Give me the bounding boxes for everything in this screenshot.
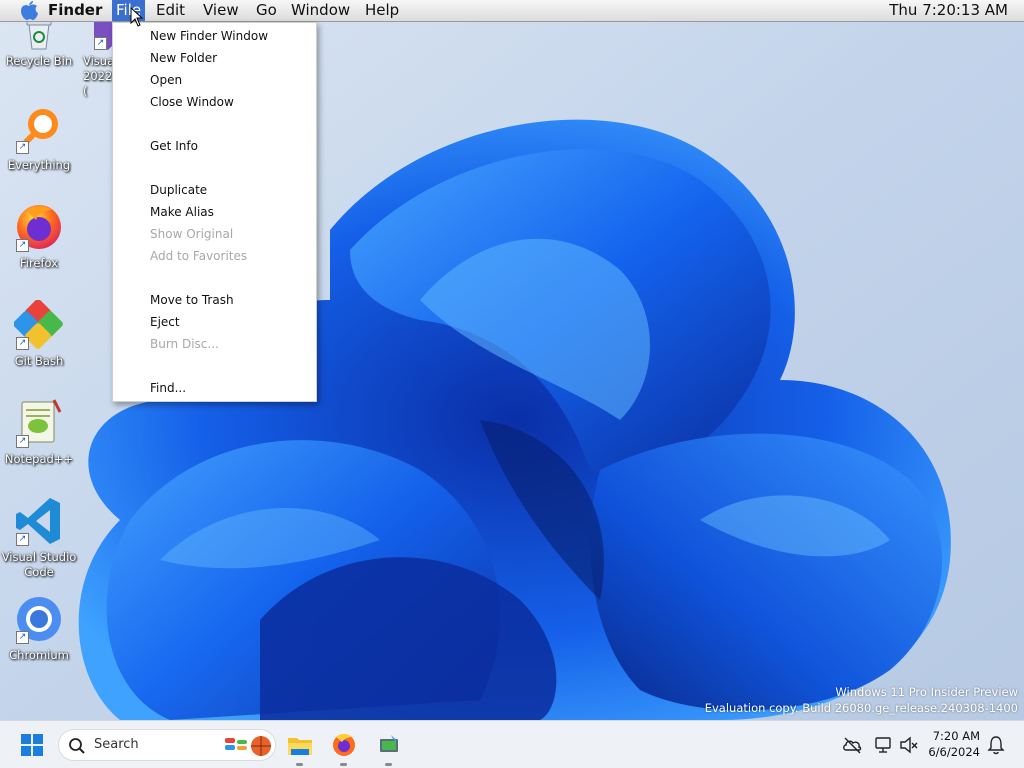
menu-item-move-to-trash[interactable]: Move to Trash [150, 290, 234, 310]
menu-item-new-finder-window[interactable]: New Finder Window [150, 26, 268, 46]
desktop-icon-label: Chromium [9, 648, 69, 662]
apple-icon[interactable] [14, 0, 44, 21]
running-indicator [340, 763, 347, 766]
visual-studio-icon: ↗ [90, 18, 112, 50]
start-icon [21, 734, 43, 756]
file-explorer-icon [288, 738, 312, 755]
running-indicator [385, 763, 392, 766]
desktop-icon-recycle-bin[interactable]: Recycle Bin [0, 18, 78, 69]
chromium-icon: ↗ [14, 594, 64, 644]
desktop-icon-label: Notepad++ [4, 452, 74, 466]
desktop-icon-label: Everything [7, 158, 71, 172]
menu-window[interactable]: Window [287, 0, 354, 21]
menu-help[interactable]: Help [361, 0, 403, 21]
menu-app-name[interactable]: Finder [44, 0, 106, 21]
watermark-line-1: Windows 11 Pro Insider Preview [835, 685, 1018, 699]
menu-view[interactable]: View [199, 0, 243, 21]
shortcut-arrow-icon: ↗ [16, 141, 29, 154]
taskbar-date: 6/6/2024 [928, 745, 980, 759]
start-button[interactable] [14, 727, 50, 763]
desktop-icon-vscode[interactable]: ↗ Visual Studio Code [0, 496, 78, 580]
menu-item-find[interactable]: Find... [150, 378, 186, 398]
shortcut-arrow-icon: ↗ [16, 533, 29, 546]
menu-item-show-original: Show Original [150, 227, 234, 241]
menu-go[interactable]: Go [252, 0, 281, 21]
menu-item-get-info[interactable]: Get Info [150, 136, 198, 156]
notification-bell-icon[interactable] [987, 735, 1005, 755]
file-menu-dropdown: New Finder Window New Folder Open Close … [112, 22, 317, 402]
desktop-icon-notepad-plus-plus[interactable]: ↗ Notepad++ [0, 398, 78, 467]
everything-search-icon: ↗ [14, 104, 64, 154]
network-icon[interactable] [874, 735, 894, 755]
taskbar-file-explorer[interactable] [282, 727, 318, 766]
onedrive-icon[interactable] [842, 736, 862, 754]
windows-watermark: Windows 11 Pro Insider Preview Evaluatio… [705, 684, 1018, 716]
app-icon [380, 735, 398, 752]
menu-item-make-alias[interactable]: Make Alias [150, 202, 214, 222]
firefox-icon: ↗ [14, 202, 64, 252]
menu-bar: Finder File Edit View Go Window Help Thu… [0, 0, 1024, 22]
menubar-clock[interactable]: Thu 7:20:13 AM [885, 0, 1012, 21]
widgets-icon [225, 736, 271, 756]
shortcut-arrow-icon: ↗ [16, 435, 29, 448]
notepad-plus-plus-icon: ↗ [14, 398, 64, 448]
watermark-line-2: Evaluation copy. Build 26080.ge_release.… [704, 701, 1018, 715]
menu-item-close-window[interactable]: Close Window [150, 92, 234, 112]
desktop-icon-git-bash[interactable]: ↗ Git Bash [0, 299, 78, 369]
desktop-icon-everything[interactable]: ↗ Everything [0, 104, 78, 173]
running-indicator [296, 763, 303, 766]
shortcut-arrow-icon: ↗ [94, 37, 107, 50]
menu-item-eject[interactable]: Eject [150, 312, 180, 332]
search-icon [69, 738, 85, 754]
git-bash-icon: ↗ [13, 299, 64, 350]
taskbar-firefox[interactable] [326, 727, 362, 766]
taskbar: Search 7:20 AM 6/6/2024 [0, 720, 1024, 768]
desktop-screen: Recycle Bin ↗ Visua 2022 ( ↗ Everything [0, 0, 1024, 768]
menu-item-new-folder[interactable]: New Folder [150, 48, 217, 68]
shortcut-arrow-icon: ↗ [16, 337, 29, 350]
recycle-bin-icon [21, 18, 57, 50]
menu-item-burn-disc: Burn Disc... [150, 337, 219, 351]
menu-item-add-to-favorites: Add to Favorites [150, 249, 248, 263]
menu-item-open[interactable]: Open [150, 70, 182, 90]
desktop-icon-label: Recycle Bin [5, 54, 73, 68]
vscode-icon: ↗ [14, 496, 64, 546]
desktop-icon-label: Firefox [19, 256, 59, 270]
taskbar-time: 7:20 AM [932, 729, 980, 743]
desktop-icon-label: Git Bash [14, 354, 64, 368]
taskbar-search-box[interactable]: Search [58, 729, 276, 761]
menu-edit[interactable]: Edit [152, 0, 189, 21]
shortcut-arrow-icon: ↗ [16, 239, 29, 252]
desktop-icon-chromium[interactable]: ↗ Chromium [0, 594, 78, 663]
desktop-icon-firefox[interactable]: ↗ Firefox [0, 202, 78, 271]
mouse-cursor-icon [130, 7, 144, 27]
search-placeholder: Search [94, 737, 139, 752]
desktop-icon-label: Visual Studio Code [1, 550, 77, 579]
volume-icon[interactable] [899, 735, 919, 755]
firefox-icon [333, 734, 355, 756]
shortcut-arrow-icon: ↗ [16, 631, 29, 644]
menu-item-duplicate[interactable]: Duplicate [150, 180, 207, 200]
taskbar-app[interactable] [371, 727, 407, 766]
taskbar-clock[interactable]: 7:20 AM 6/6/2024 [928, 728, 980, 760]
